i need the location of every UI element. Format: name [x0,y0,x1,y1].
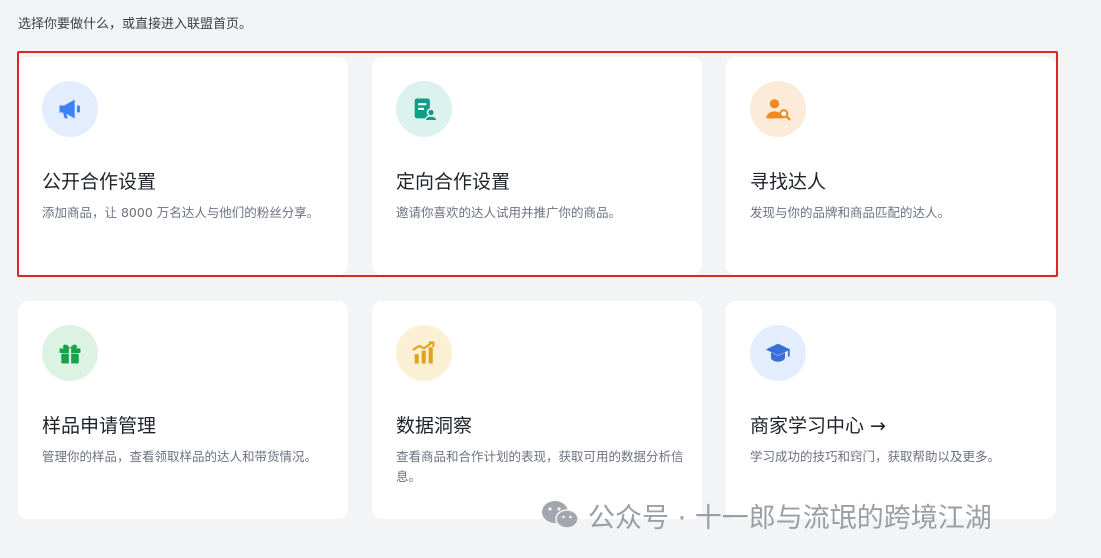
card-description: 管理你的样品，查看领取样品的达人和带货情况。 [42,449,318,464]
watermark: 公众号 · 十一郎与流氓的跨境江湖 [540,498,992,534]
card-description: 学习成功的技巧和窍门，获取帮助以及更多。 [750,449,1001,464]
card-merchant-learning-center[interactable]: 商家学习中心 → 学习成功的技巧和窍门，获取帮助以及更多。 [726,301,1056,519]
gift-icon [42,325,98,381]
document-user-icon [396,81,452,137]
bar-chart-icon [396,325,452,381]
card-description: 邀请你喜欢的达人试用并推广你的商品。 [396,205,622,220]
card-title: 公开合作设置 [42,171,157,193]
card-find-creators[interactable]: 寻找达人 发现与你的品牌和商品匹配的达人。 [726,57,1056,275]
intro-text: 选择你要做什么，或直接进入联盟首页。 [18,17,253,32]
card-targeted-collaboration[interactable]: 定向合作设置 邀请你喜欢的达人试用并推广你的商品。 [372,57,702,275]
user-search-icon [750,81,806,137]
card-title: 数据洞察 [396,415,473,437]
wechat-icon [542,501,579,529]
card-title: 定向合作设置 [396,171,511,193]
card-description: 发现与你的品牌和商品匹配的达人。 [750,205,951,220]
card-sample-requests[interactable]: 样品申请管理 管理你的样品，查看领取样品的达人和带货情况。 [18,301,348,519]
card-description: 添加商品，让 8000 万名达人与他们的粉丝分享。 [42,205,320,220]
watermark-text: 公众号 · 十一郎与流氓的跨境江湖 [588,502,992,534]
card-title: 样品申请管理 [42,415,157,437]
graduation-cap-icon [750,325,806,381]
card-public-collaboration[interactable]: 公开合作设置 添加商品，让 8000 万名达人与他们的粉丝分享。 [18,57,348,275]
card-data-insights[interactable]: 数据洞察 查看商品和合作计划的表现，获取可用的数据分析信息。 [372,301,702,519]
card-title: 寻找达人 [750,171,827,193]
card-description: 查看商品和合作计划的表现，获取可用的数据分析信息。 [396,449,684,484]
megaphone-icon [42,81,98,137]
card-title: 商家学习中心 → [750,415,886,437]
